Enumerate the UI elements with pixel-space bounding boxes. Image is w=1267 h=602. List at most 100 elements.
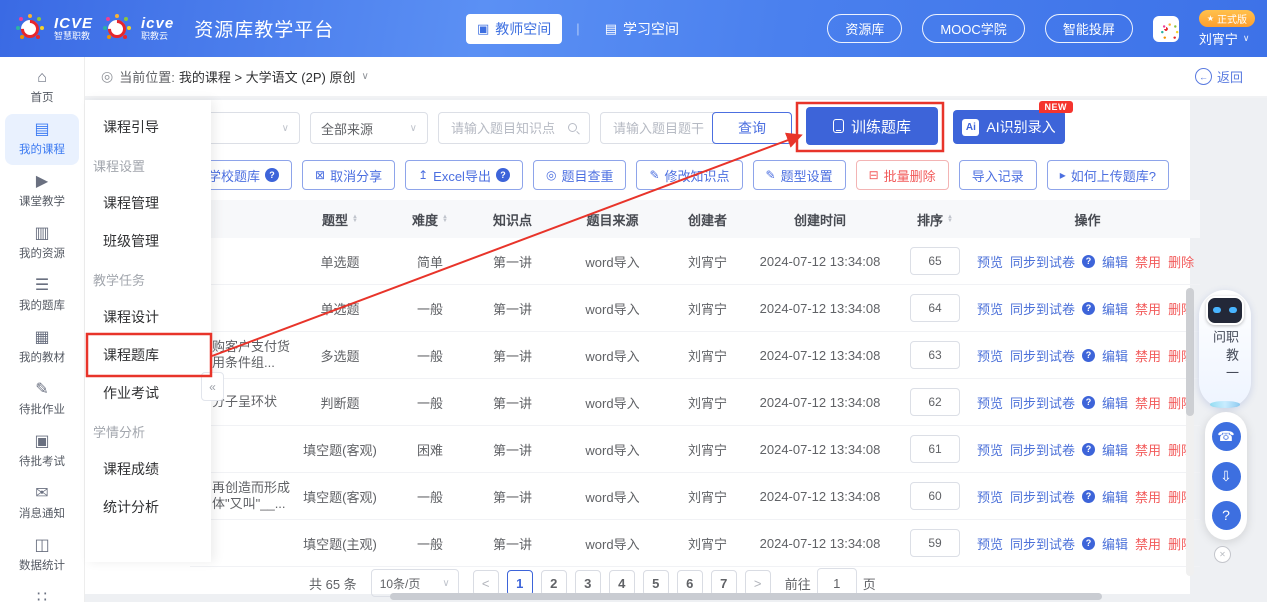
sidebar-item-my-resources[interactable]: ▥ 我的资源	[5, 218, 79, 269]
help-icon[interactable]: ?	[1082, 302, 1095, 315]
preview-link[interactable]: 预览	[977, 534, 1003, 553]
assistant-widget[interactable]: 职教一问	[1199, 290, 1251, 408]
menu-item-course-question-bank[interactable]: 课程题库	[85, 336, 211, 374]
sync-to-paper-link[interactable]: 同步到试卷	[1010, 393, 1075, 412]
help-icon[interactable]: ?	[1212, 501, 1241, 530]
customer-service-icon[interactable]: ☎	[1212, 422, 1241, 451]
disable-link[interactable]: 禁用	[1135, 252, 1161, 271]
sync-to-paper-link[interactable]: 同步到试卷	[1010, 252, 1075, 271]
mooc-academy-button[interactable]: MOOC学院	[922, 14, 1024, 43]
horizontal-scrollbar[interactable]	[390, 593, 1102, 600]
source-select[interactable]: 全部来源 ∨	[310, 112, 428, 144]
edit-knowledge-button[interactable]: ✎ 修改知识点 ?	[636, 160, 742, 190]
vertical-scrollbar-thumb[interactable]	[1186, 288, 1194, 416]
help-icon[interactable]: ?	[1082, 255, 1095, 268]
sidebar-item-data-statistics[interactable]: ◫ 数据统计	[5, 530, 79, 581]
tab-learning-space[interactable]: ▤ 学习空间	[594, 14, 690, 44]
edit-link[interactable]: 编辑	[1102, 346, 1128, 365]
sort-icon[interactable]: ▲▼	[442, 215, 448, 224]
help-icon[interactable]: ?	[1082, 396, 1095, 409]
knowledge-search-input[interactable]	[449, 120, 562, 137]
menu-item-statistics-analysis[interactable]: 统计分析	[85, 488, 211, 526]
import-records-button[interactable]: 导入记录 ?	[959, 160, 1037, 190]
order-input[interactable]	[910, 247, 960, 275]
stem-search-input[interactable]	[611, 120, 724, 137]
disable-link[interactable]: 禁用	[1135, 534, 1161, 553]
column-header[interactable]: 创建者 ▲▼	[670, 210, 745, 229]
order-input[interactable]	[910, 388, 960, 416]
sync-to-paper-link[interactable]: 同步到试卷	[1010, 346, 1075, 365]
column-header[interactable]: 知识点 ▲▼	[470, 210, 555, 229]
sync-to-paper-link[interactable]: 同步到试卷	[1010, 299, 1075, 318]
how-to-upload-button[interactable]: ▸ 如何上传题库? ?	[1047, 160, 1169, 190]
sort-icon[interactable]: ▲▼	[947, 215, 953, 224]
column-header[interactable]: 操作 ▲▼	[975, 210, 1200, 229]
menu-section-teaching-tasks[interactable]: 教学任务	[85, 260, 211, 298]
preview-link[interactable]: 预览	[977, 346, 1003, 365]
sidebar-item-message-notifications[interactable]: ✉ 消息通知	[5, 478, 79, 529]
menu-section-learning-analysis[interactable]: 学情分析	[85, 412, 211, 450]
resource-library-button[interactable]: 资源库	[827, 14, 902, 43]
column-header[interactable]: 题型 ▲▼	[290, 210, 390, 229]
training-bank-button[interactable]: 训练题库	[806, 107, 938, 145]
chevron-down-icon[interactable]: ∨	[361, 71, 368, 82]
sync-to-paper-link[interactable]: 同步到试卷	[1010, 534, 1075, 553]
cancel-share-button[interactable]: ⊠ 取消分享 ?	[302, 160, 395, 190]
download-icon[interactable]: ⇩	[1212, 462, 1241, 491]
edit-link[interactable]: 编辑	[1102, 440, 1128, 459]
smart-screencast-button[interactable]: 智能投屏	[1045, 14, 1133, 43]
menu-section-course-settings[interactable]: 课程设置	[85, 146, 211, 184]
order-input[interactable]	[910, 435, 960, 463]
app-logo-icon[interactable]	[1153, 16, 1179, 42]
preview-link[interactable]: 预览	[977, 252, 1003, 271]
close-icon[interactable]: ✕	[1214, 546, 1231, 563]
sync-to-paper-link[interactable]: 同步到试卷	[1010, 487, 1075, 506]
disable-link[interactable]: 禁用	[1135, 346, 1161, 365]
sidebar-item-my-textbooks[interactable]: ▦ 我的教材	[5, 322, 79, 373]
help-icon[interactable]: ?	[1082, 490, 1095, 503]
menu-item-course-management[interactable]: 课程管理	[85, 184, 211, 222]
menu-item-class-management[interactable]: 班级管理	[85, 222, 211, 260]
sidebar-item-third-party-apps[interactable]: ∷ 第三方应用	[5, 582, 79, 602]
menu-item-course-guide[interactable]: 课程引导	[85, 108, 211, 146]
disable-link[interactable]: 禁用	[1135, 299, 1161, 318]
edit-link[interactable]: 编辑	[1102, 393, 1128, 412]
edit-link[interactable]: 编辑	[1102, 252, 1128, 271]
edit-link[interactable]: 编辑	[1102, 487, 1128, 506]
sidebar-item-pending-exams[interactable]: ▣ 待批考试	[5, 426, 79, 477]
column-header[interactable]: 题目来源 ▲▼	[555, 210, 670, 229]
help-icon[interactable]: ?	[1082, 443, 1095, 456]
excel-export-button[interactable]: ↥ Excel导出 ?	[405, 160, 523, 190]
sidebar-item-my-question-bank[interactable]: ☰ 我的题库	[5, 270, 79, 321]
ai-recognition-button[interactable]: Ai AI识别录入 NEW	[953, 110, 1065, 144]
edit-link[interactable]: 编辑	[1102, 299, 1128, 318]
preview-link[interactable]: 预览	[977, 440, 1003, 459]
disable-link[interactable]: 禁用	[1135, 393, 1161, 412]
back-button[interactable]: ← 返回	[1195, 67, 1243, 86]
question-type-settings-button[interactable]: ✎ 题型设置 ?	[753, 160, 846, 190]
order-input[interactable]	[910, 482, 960, 510]
disable-link[interactable]: 禁用	[1135, 440, 1161, 459]
duplicate-check-button[interactable]: ◎ 题目查重 ?	[533, 160, 627, 190]
preview-link[interactable]: 预览	[977, 299, 1003, 318]
sidebar-item-pending-homework[interactable]: ✎ 待批作业	[5, 374, 79, 425]
column-header[interactable]: 难度 ▲▼	[390, 210, 470, 229]
search-button[interactable]: 查询	[712, 112, 792, 144]
order-input[interactable]	[910, 294, 960, 322]
sidebar-item-classroom-teaching[interactable]: ▶ 课堂教学	[5, 166, 79, 217]
disable-link[interactable]: 禁用	[1135, 487, 1161, 506]
sidebar-item-my-courses[interactable]: ▤ 我的课程	[5, 114, 79, 165]
menu-item-course-grades[interactable]: 课程成绩	[85, 450, 211, 488]
sync-to-paper-link[interactable]: 同步到试卷	[1010, 440, 1075, 459]
menu-item-homework-exam[interactable]: 作业考试	[85, 374, 211, 412]
user-name[interactable]: 刘宵宁∨	[1199, 29, 1250, 48]
menu-collapse-button[interactable]: «	[201, 372, 224, 401]
column-header[interactable]: 排序 ▲▼	[895, 210, 975, 229]
sort-icon[interactable]: ▲▼	[352, 215, 358, 224]
user-menu[interactable]: ★正式版 刘宵宁∨	[1199, 10, 1255, 48]
menu-item-course-design[interactable]: 课程设计	[85, 298, 211, 336]
batch-delete-button[interactable]: ⊟ 批量删除 ?	[856, 160, 949, 190]
edit-link[interactable]: 编辑	[1102, 534, 1128, 553]
help-icon[interactable]: ?	[1082, 537, 1095, 550]
order-input[interactable]	[910, 341, 960, 369]
